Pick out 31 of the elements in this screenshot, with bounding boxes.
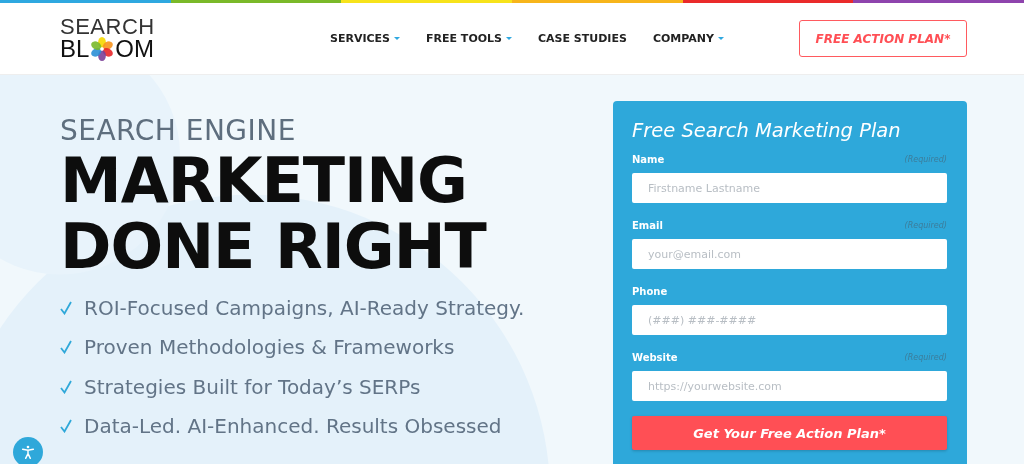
logo-text: OM [115, 36, 155, 61]
input-field[interactable]: Firstname Lastname [632, 173, 947, 203]
required-note: (Required) [904, 353, 947, 362]
nav-link[interactable]: FREE TOOLS [426, 32, 512, 45]
nav-link[interactable]: COMPANY [652, 32, 724, 45]
field-label: Email [632, 220, 663, 231]
hero-headline: DONE RIGHT [60, 214, 488, 280]
nav-link[interactable]: SERVICES [330, 32, 401, 45]
nav-link[interactable]: CASE STUDIES [538, 32, 627, 45]
bullet-text: Strategies Built for Today’s SERPs [84, 374, 421, 399]
hero-headline: MARKETING [60, 148, 468, 214]
field-label: Website [632, 352, 678, 363]
required-note: (Required) [904, 221, 947, 230]
form-title: Free Search Marketing Plan [632, 119, 902, 142]
bullet-text: Proven Methodologies & Frameworks [84, 335, 455, 360]
check-icon [60, 419, 72, 434]
bullet-text: Data-Led. AI-Enhanced. Results Obsessed [84, 414, 502, 439]
check-icon [60, 340, 72, 355]
check-icon [60, 300, 72, 315]
check-icon [60, 379, 72, 394]
bullet-text: ROI-Focused Campaigns, AI-Ready Strategy. [84, 295, 525, 320]
required-note: (Required) [904, 155, 947, 164]
input-field[interactable]: (###) ###-#### [632, 305, 947, 335]
logo-text: SEARCH [60, 16, 156, 37]
hero-subtitle: SEARCH ENGINE [60, 114, 297, 148]
flower-icon [90, 36, 115, 61]
input-field[interactable]: https://yourwebsite.com [632, 371, 947, 401]
logo-text: BL [60, 36, 90, 61]
field-label: Phone [632, 286, 668, 297]
field-label: Name [632, 154, 665, 165]
input-field[interactable]: your@email.com [632, 239, 947, 269]
